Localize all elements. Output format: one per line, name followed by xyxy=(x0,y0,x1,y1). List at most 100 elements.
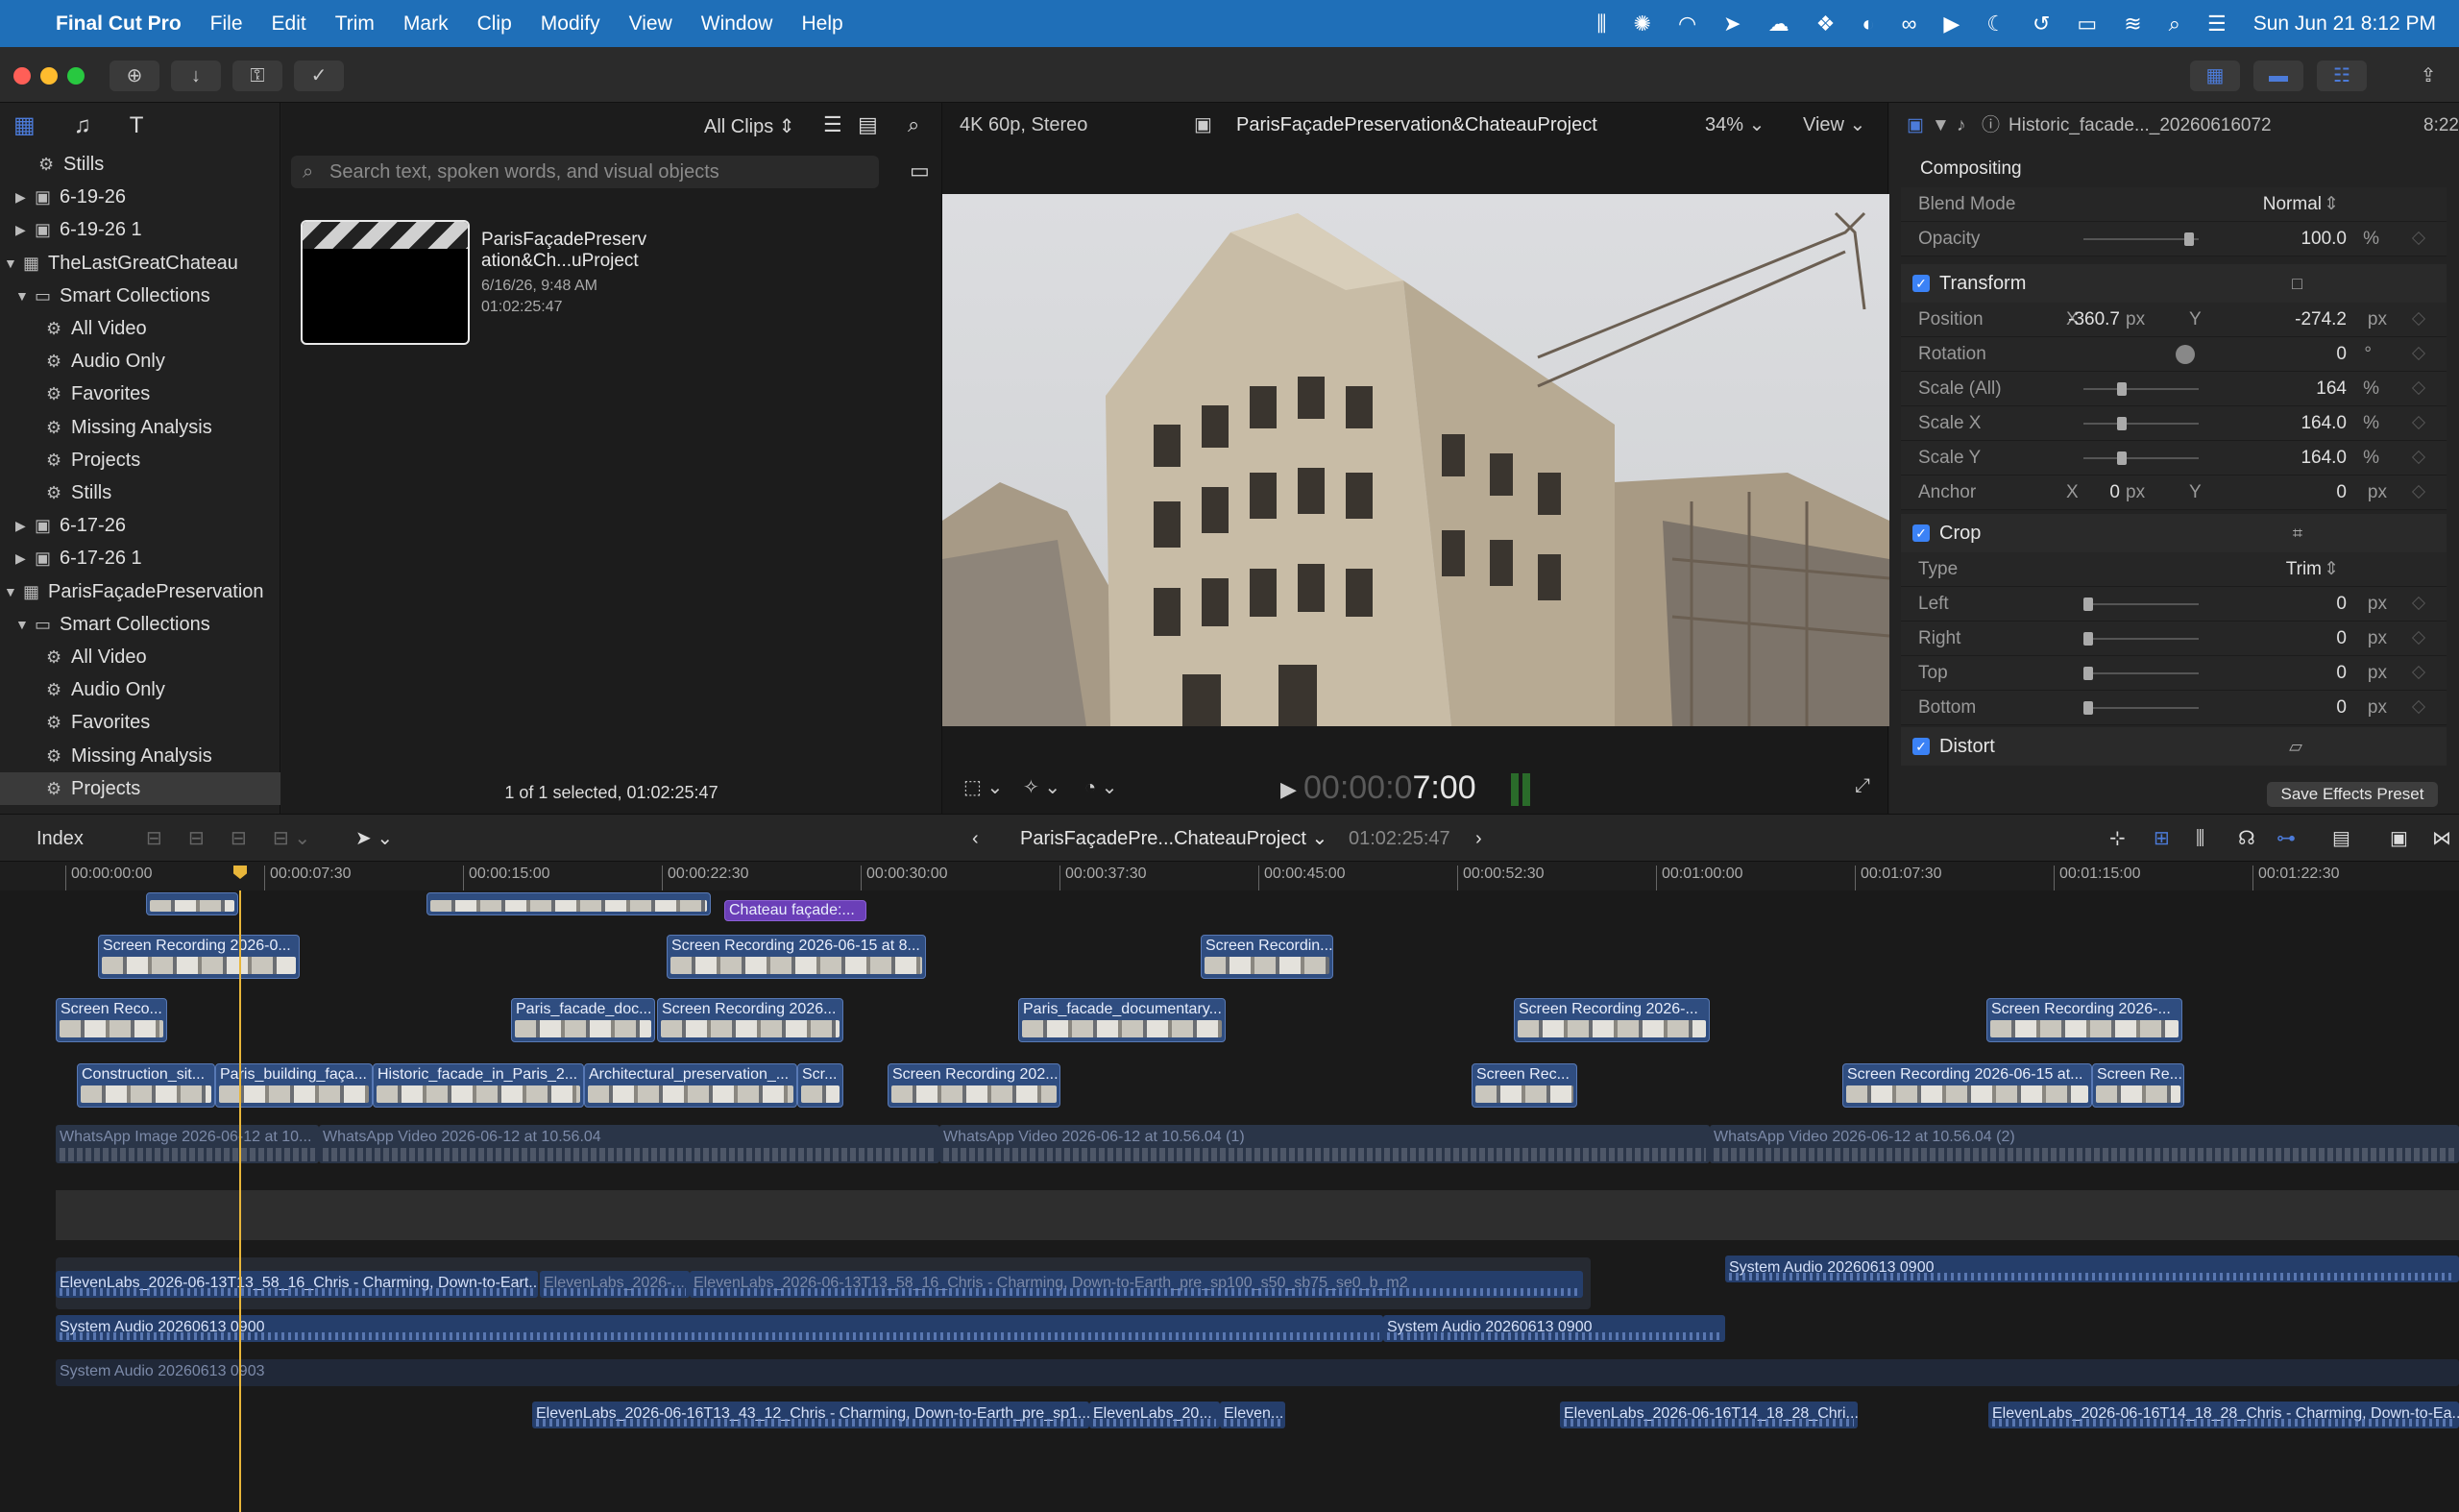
disclosure-triangle-icon[interactable]: ▼ xyxy=(15,608,29,641)
control-center-icon[interactable]: ☰ xyxy=(2207,12,2227,37)
battery-icon[interactable]: ▭ xyxy=(2077,12,2097,37)
blend-mode-value[interactable]: Normal xyxy=(2263,187,2322,222)
crop-bottom-slider[interactable] xyxy=(2083,707,2199,709)
disclosure-triangle-icon[interactable]: ▼ xyxy=(4,575,17,608)
library-row[interactable]: ⚙ All Video xyxy=(0,641,280,673)
keyframe-icon[interactable] xyxy=(2411,484,2426,500)
dropbox-icon[interactable]: ❖ xyxy=(1816,12,1836,37)
timeline-clip[interactable]: Paris_facade_doc... xyxy=(511,998,655,1042)
project-info[interactable]: ParisFaçadePreserv ation&Ch...uProject 6… xyxy=(481,230,646,318)
scale-y-value[interactable]: 164.0 xyxy=(2301,441,2347,476)
play-circle-icon[interactable]: ▶ xyxy=(1943,12,1960,37)
keyframe-icon[interactable] xyxy=(2411,380,2426,396)
audio-clip[interactable]: ElevenLabs_2026-06-13T13_58_16_Chris - C… xyxy=(56,1271,538,1298)
distort-header[interactable]: ✓ Distort ▱ xyxy=(1901,727,2447,766)
audio-skimming-icon[interactable]: ⫼ xyxy=(2196,815,2204,863)
transitions-browser-icon[interactable]: ⋈ xyxy=(2432,815,2451,863)
timeline-project-dropdown[interactable]: ParisFaçadePre...ChateauProject ⌄ xyxy=(1020,815,1327,863)
crop-right-slider[interactable] xyxy=(2083,638,2199,640)
search-input[interactable]: ⌕ Search text, spoken words, and visual … xyxy=(291,156,879,188)
timeline-clip[interactable]: Scr... xyxy=(797,1063,843,1108)
view-dropdown[interactable]: View ⌄ xyxy=(1803,103,1865,148)
timeline-clip[interactable]: Screen Rec... xyxy=(1472,1063,1577,1108)
share-icon[interactable]: ⇪ xyxy=(2403,61,2453,91)
timeline-toggle-icon[interactable]: ▬ xyxy=(2253,61,2303,91)
menu-trim[interactable]: Trim xyxy=(335,12,375,36)
clip-filter-dropdown[interactable]: All Clips ⇕ xyxy=(704,114,795,138)
scale-x-value[interactable]: 164.0 xyxy=(2301,406,2347,441)
title-clip[interactable]: Chateau façade:... xyxy=(724,900,866,921)
timeline-clip[interactable]: Paris_facade_documentary... xyxy=(1018,998,1226,1042)
disclosure-triangle-icon[interactable]: ▼ xyxy=(4,247,17,280)
disclosure-triangle-icon[interactable]: ▶ xyxy=(15,213,29,246)
anchor-x-value[interactable]: 0 xyxy=(2109,476,2120,510)
primary-clip[interactable]: WhatsApp Video 2026-06-12 at 10.56.04 (1… xyxy=(939,1125,1710,1163)
effects-browser-icon[interactable]: ▣ xyxy=(2390,815,2408,863)
snapping-icon[interactable]: ⊶ xyxy=(2276,815,2296,863)
solo-icon[interactable]: ☊ xyxy=(2238,815,2255,863)
arc-icon[interactable]: ◠ xyxy=(1678,12,1696,37)
library-row[interactable]: ⚙ Stills xyxy=(0,476,280,509)
keyframe-icon[interactable] xyxy=(2411,665,2426,680)
search-icon[interactable]: ⌕ xyxy=(908,112,919,137)
crop-checkbox[interactable]: ✓ xyxy=(1912,524,1930,542)
timeline-clip[interactable]: Screen Reco... xyxy=(56,998,167,1042)
clock[interactable]: Sun Jun 21 8:12 PM xyxy=(2253,12,2436,36)
timecode-display[interactable]: 00:00:07:00 xyxy=(1303,769,1476,807)
menu-view[interactable]: View xyxy=(629,12,672,36)
library-row[interactable]: ▼ ▭ Smart Collections xyxy=(0,608,280,641)
browser-toggle-icon[interactable]: ▦ xyxy=(2190,61,2240,91)
connect-clip-icon[interactable]: ⊟ xyxy=(146,815,162,863)
opacity-slider[interactable] xyxy=(2083,238,2199,240)
audio-clip[interactable]: ElevenLabs_2026-06-16T13_43_12_Chris - C… xyxy=(532,1402,1089,1428)
library-row[interactable]: ▶ ▣ 6-17-26 xyxy=(0,509,280,542)
library-row[interactable]: ⚙ Missing Analysis xyxy=(0,740,280,772)
library-row[interactable]: ⚙ Favorites xyxy=(0,706,280,739)
audio-clip[interactable]: System Audio 20260613 0900 xyxy=(1383,1315,1725,1342)
menu-modify[interactable]: Modify xyxy=(541,12,600,36)
timeline-clip[interactable]: Construction_sit... xyxy=(77,1063,215,1108)
disclosure-triangle-icon[interactable]: ▶ xyxy=(15,509,29,542)
timeline-clip[interactable]: Screen Recording 2026-06-15 at... xyxy=(1842,1063,2092,1108)
crop-top-slider[interactable] xyxy=(2083,672,2199,674)
transform-onscreen-icon[interactable]: □ xyxy=(2292,264,2302,303)
position-y-value[interactable]: -274.2 xyxy=(2295,303,2347,337)
timeline-clip[interactable]: Historic_facade_in_Paris_2... xyxy=(373,1063,584,1108)
back-icon[interactable]: ‹ xyxy=(972,815,979,863)
disclosure-triangle-icon[interactable]: ▼ xyxy=(15,280,29,312)
crop-right-value[interactable]: 0 xyxy=(2336,622,2347,656)
transform-checkbox[interactable]: ✓ xyxy=(1912,275,1930,292)
timeline-ruler[interactable]: 00:00:00:00 00:00:07:30 00:00:15:00 00:00:2… xyxy=(0,862,2459,890)
time-machine-icon[interactable]: ↺ xyxy=(2033,12,2050,37)
video-inspector-icon[interactable]: ▣ xyxy=(1907,103,1924,148)
timeline-clip[interactable]: Screen Recording 202... xyxy=(888,1063,1060,1108)
key-icon[interactable]: ⚿ xyxy=(232,61,282,91)
openai-icon[interactable]: ✺ xyxy=(1634,12,1651,37)
library-row[interactable]: ⚙ Projects xyxy=(0,444,280,476)
disclosure-triangle-icon[interactable]: ▶ xyxy=(15,542,29,574)
library-row[interactable]: ▶ ▣ 6-19-26 xyxy=(0,181,280,213)
search-icon[interactable]: ⌕ xyxy=(2169,12,2180,37)
menu-window[interactable]: Window xyxy=(701,12,773,36)
project-thumbnail[interactable] xyxy=(301,220,470,345)
scale-x-knob[interactable] xyxy=(2117,417,2127,430)
library-row[interactable]: ▼ ▦ TheLastGreatChateau xyxy=(0,247,280,280)
send-icon[interactable]: ➤ xyxy=(1723,12,1741,37)
toggle-icon[interactable]: ◐ xyxy=(1862,12,1874,37)
audio-inspector-icon[interactable]: ♪ xyxy=(1957,103,1966,148)
library-row[interactable]: ⚙ Audio Only xyxy=(0,345,280,378)
library-row[interactable]: ▶ ▣ 6-19-26 1 xyxy=(0,213,280,246)
keyframe-icon[interactable] xyxy=(2411,699,2426,715)
audio-clip[interactable]: ElevenLabs_2026-... xyxy=(540,1271,690,1298)
crop-left-value[interactable]: 0 xyxy=(2336,587,2347,622)
wifi-icon[interactable]: ≋ xyxy=(2124,12,2141,37)
timeline-clip[interactable]: Screen Recording 2026-06-15 at 8... xyxy=(667,935,926,979)
timeline-clip[interactable] xyxy=(426,892,711,915)
crop-onscreen-icon[interactable]: ⌗ xyxy=(2293,514,2302,552)
crop-bottom-knob[interactable] xyxy=(2083,701,2093,715)
timeline-clip[interactable]: Architectural_preservation_... xyxy=(584,1063,797,1108)
menu-mark[interactable]: Mark xyxy=(403,12,449,36)
library-row[interactable]: ⚙ All Video xyxy=(0,312,280,345)
keyframe-icon[interactable] xyxy=(2411,231,2426,246)
filmstrip-view-icon[interactable]: ▤ xyxy=(858,112,878,137)
